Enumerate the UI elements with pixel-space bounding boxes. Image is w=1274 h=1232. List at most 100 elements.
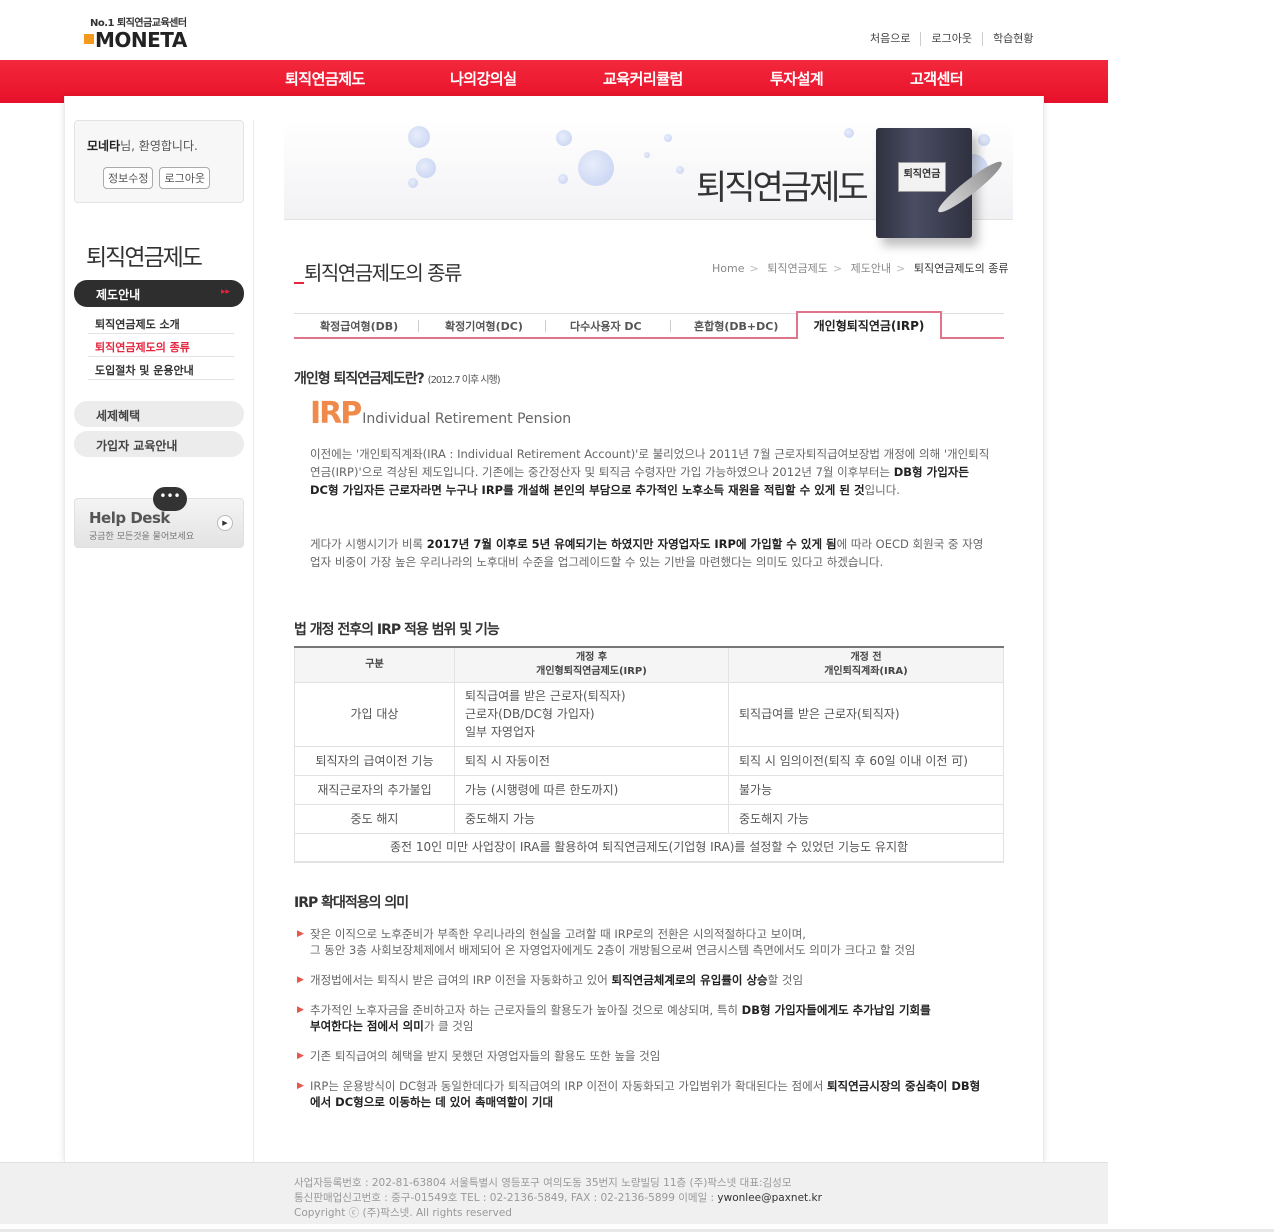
header-line: 개인퇴직계좌(IRA)	[824, 665, 908, 677]
table-cell: 재직근로자의 추가불입	[294, 774, 455, 805]
cell-line: 퇴직급여를 받은 근로자(퇴직자)	[465, 689, 626, 703]
sidebar-item-label: 제도안내	[96, 288, 141, 302]
sidebar-title: 퇴직연금제도	[86, 245, 203, 271]
arrow-bullet-icon: ▶	[297, 1005, 304, 1015]
decor-dot	[578, 150, 614, 186]
table-cell: 중도해지 가능	[454, 803, 729, 834]
table-cell: 중도해지 가능	[728, 803, 1004, 834]
sidebar-item-tax[interactable]: 세제혜택	[74, 401, 244, 427]
gnb-curriculum[interactable]: 교육커리큘럼	[603, 68, 683, 89]
table-cell: 퇴직자의 급여이전 기능	[294, 745, 455, 776]
para-emphasis: 2017년 7월 이후로 5년 유예되기는 하였지만 자영업자도 IRP에 가입…	[426, 537, 837, 551]
banner-title: 퇴직연금제도	[696, 168, 869, 208]
table-cell: 퇴직급여를 받은 근로자(퇴직자)	[728, 681, 1004, 747]
decor-dot	[408, 126, 430, 148]
arrow-bullet-icon: ▶	[297, 929, 304, 939]
header-line: 개정 전	[850, 651, 882, 663]
header-line: 개인형퇴직연금제도(IRP)	[536, 665, 647, 677]
item-text: 가 클 것임	[423, 1019, 474, 1033]
decor-dot	[556, 130, 572, 146]
book-label: 퇴직연금	[898, 162, 946, 192]
edit-info-button[interactable]: 정보수정	[103, 167, 154, 189]
section-note: (2012.7 이후 시행)	[427, 375, 501, 386]
sidebar-sub-intro[interactable]: 퇴직연금제도 소개	[88, 311, 234, 334]
irp-paragraph-1: 이전에는 '개인퇴직계좌(IRA : Individual Retirement…	[310, 445, 990, 499]
sidebar-item-label: 세제혜택	[96, 409, 141, 423]
welcome-suffix: 님, 환영합니다.	[120, 139, 198, 153]
util-home-link[interactable]: 처음으로	[860, 32, 920, 46]
breadcrumb-pension[interactable]: 퇴직연금제도	[767, 262, 828, 275]
section-irp-title: 개인형 퇴직연금제도란? (2012.7 이후 시행)	[294, 368, 501, 388]
comparison-table: 구분 개정 후 개인형퇴직연금제도(IRP) 개정 전 개인퇴직계좌(IRA) 가입…	[294, 646, 1004, 863]
table-footnote-row: 종전 10인 미만 사업장이 IRA를 활용하여 퇴직연금제도(기업형 IRA)…	[294, 832, 1004, 863]
list-item: ▶ 추가적인 노후자금을 준비하고자 하는 근로자들의 활용도가 높아질 것으로 …	[297, 1002, 937, 1034]
double-chevron-icon: ▸▸	[220, 287, 230, 297]
header: No.1 퇴직연금교육센터 MONETA 처음으로 로그아웃 학습현황	[0, 0, 1108, 60]
item-text: 기존 퇴직급여의 혜택을 받지 못했던 자영업자들의 활용도 또한 높을 것임	[310, 1049, 661, 1063]
moneta-logo[interactable]: No.1 퇴직연금교육센터 MONETA	[84, 14, 204, 52]
list-item: ▶ 개정법에서는 퇴직시 받은 급여의 IRP 이전을 자동화하고 있어 퇴직연금…	[297, 972, 997, 988]
sidebar-sub-types[interactable]: 퇴직연금제도의 종류	[88, 334, 234, 357]
tab-dc[interactable]: 확정기여형(DC)	[445, 318, 523, 334]
logo-tagline: No.1 퇴직연금교육센터	[90, 18, 187, 29]
logo-mark-icon	[84, 34, 94, 44]
sidebar-sub-procedure[interactable]: 도입절차 및 운용안내	[88, 357, 234, 380]
gnb-my-classroom[interactable]: 나의강의실	[450, 68, 517, 89]
welcome-message: 모네타님, 환영합니다.	[87, 137, 198, 154]
play-icon: ▶	[217, 515, 233, 531]
breadcrumb-current: 퇴직연금제도의 종류	[913, 262, 1009, 275]
gnb-customer-center[interactable]: 고객센터	[910, 68, 964, 89]
footer-copyright: Copyright ⓒ (주)팍스넷. All rights reserved	[294, 1207, 512, 1219]
welcome-box: 모네타님, 환영합니다. 정보수정 로그아웃	[74, 120, 244, 203]
item-text: 추가적인 노후자금을 준비하고자 하는 근로자들의 활용도가 높아질 것으로 예…	[310, 1003, 742, 1017]
user-name: 모네타	[87, 139, 121, 153]
breadcrumb-guide[interactable]: 제도안내	[851, 262, 891, 275]
logout-button[interactable]: 로그아웃	[159, 167, 210, 189]
table-row: 재직근로자의 추가불입 가능 (시행령에 따른 한도까지) 불가능	[294, 774, 1004, 805]
sidebar-item-label: 가입자 교육안내	[96, 439, 178, 453]
list-item: ▶ 잦은 이직으로 노후준비가 부족한 우리나라의 현실을 고려할 때 IRP로의…	[297, 926, 997, 958]
tab-divider	[545, 320, 546, 332]
breadcrumb-home[interactable]: Home	[712, 262, 744, 275]
header-line: 개정 후	[575, 651, 608, 663]
table-row: 가입 대상 퇴직급여를 받은 근로자(퇴직자) 근로자(DB/DC형 가입자) 일부…	[294, 681, 1004, 747]
irp-logo-mark: IRP	[310, 396, 362, 431]
arrow-bullet-icon: ▶	[297, 1051, 304, 1061]
list-item: ▶ 기존 퇴직급여의 혜택을 받지 못했던 자영업자들의 활용도 또한 높을 것임	[297, 1048, 997, 1064]
footer-email-link[interactable]: ywonlee@paxnet.kr	[717, 1192, 822, 1204]
sidebar-item-education[interactable]: 가입자 교육안내	[74, 431, 244, 457]
chevron-right-icon: >	[896, 262, 906, 275]
chat-bubble-icon: •••	[153, 487, 187, 511]
decor-dot	[408, 178, 418, 188]
help-desk-title: Help Desk	[89, 509, 170, 527]
util-progress-link[interactable]: 학습현황	[981, 32, 1043, 46]
util-logout-link[interactable]: 로그아웃	[920, 32, 981, 46]
item-text: 그 동안 3층 사회보장체제에서 배제되어 온 자영업자에게도 2층이 개방됨으…	[310, 943, 916, 957]
tab-db[interactable]: 확정급여형(DB)	[320, 318, 398, 334]
tab-irp[interactable]: 개인형퇴직연금(IRP)	[796, 311, 942, 339]
footer-company-info: 사업자등록번호 : 202-81-63804 서울특별시 영등포구 여의도동 3…	[294, 1177, 792, 1189]
item-text: 개정법에서는 퇴직시 받은 급여의 IRP 이전을 자동화하고 있어	[310, 973, 612, 987]
decor-dot	[416, 158, 436, 178]
cell-line: 일부 자영업자	[465, 725, 536, 739]
section-comparison-title: 법 개정 전후의 IRP 적용 범위 및 기능	[294, 622, 500, 638]
table-cell: 가능 (시행령에 따른 한도까지)	[454, 774, 729, 805]
chevron-right-icon: >	[832, 262, 843, 275]
tab-hybrid[interactable]: 혼합형(DB+DC)	[694, 318, 778, 334]
table-cell: 가입 대상	[294, 681, 455, 747]
breadcrumb: Home > 퇴직연금제도 > 제도안내 > 퇴직연금제도의 종류	[712, 260, 1008, 276]
tab-multi-dc[interactable]: 다수사용자 DC	[570, 318, 642, 334]
gnb-investment[interactable]: 투자설계	[770, 68, 824, 89]
irp-logo-text: Individual Retirement Pension	[362, 411, 572, 427]
gnb-pension-system[interactable]: 퇴직연금제도	[285, 68, 365, 89]
logo-name: MONETA	[95, 28, 187, 52]
tab-divider	[418, 320, 419, 332]
item-text: IRP는 운용방식이 DC형과 동일한데다가 퇴직급여의 IRP 이전이 자동화…	[310, 1079, 827, 1093]
book-illustration: 퇴직연금	[876, 128, 972, 238]
table-row: 중도 해지 중도해지 가능 중도해지 가능	[294, 803, 1004, 834]
help-desk-banner[interactable]: ••• Help Desk 궁금한 모든것을 물어보세요 ▶	[74, 487, 244, 548]
tab-divider	[670, 320, 671, 332]
table-cell: 퇴직 시 임의이전(퇴직 후 60일 이내 이전 可)	[728, 745, 1004, 776]
item-text: 잦은 이직으로 노후준비가 부족한 우리나라의 현실을 고려할 때 IRP로의 …	[310, 927, 806, 941]
sidebar-item-system-guide[interactable]: 제도안내 ▸▸	[74, 280, 244, 307]
